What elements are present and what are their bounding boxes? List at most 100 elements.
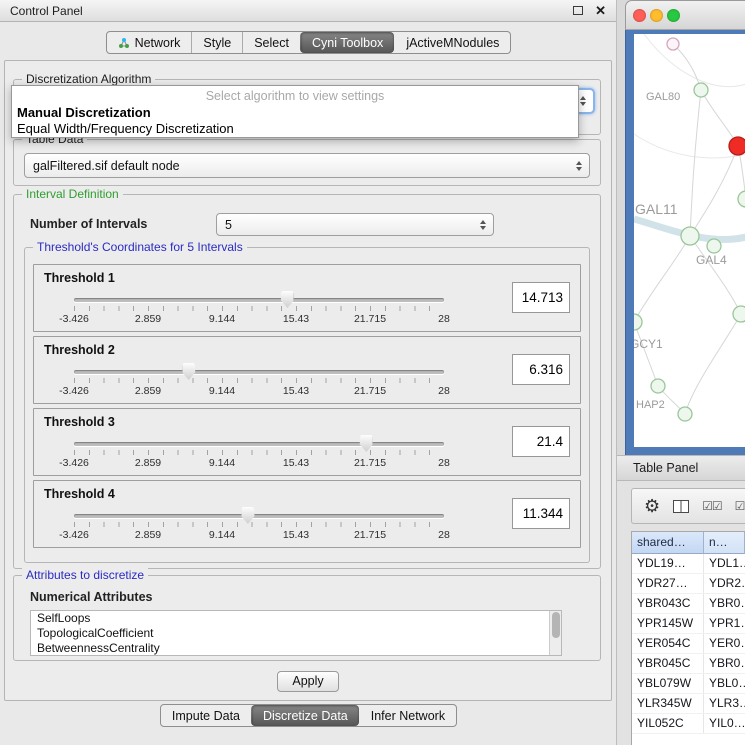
list-scrollbar[interactable] <box>549 611 561 655</box>
table-data-combobox[interactable]: galFiltered.sif default node <box>24 153 590 178</box>
table-row[interactable]: YDR27…YDR2… <box>632 574 745 594</box>
column-header-shared[interactable]: shared… <box>632 532 704 554</box>
slider-track[interactable] <box>74 370 444 374</box>
network-node[interactable] <box>694 83 708 97</box>
float-window-icon[interactable] <box>573 6 583 15</box>
slider-scale-label: -3.426 <box>59 529 89 541</box>
dropdown-option-manual-discretization[interactable]: Manual Discretization <box>12 105 578 121</box>
tab-cyni-toolbox[interactable]: Cyni Toolbox <box>300 32 394 53</box>
threshold-2-slider[interactable]: -3.4262.8599.14415.4321.71528 <box>74 363 444 399</box>
node-attribute-table: shared… n… YDL19…YDL1…YDR27…YDR2…YBR043C… <box>631 531 745 745</box>
network-node[interactable] <box>634 314 642 330</box>
slider-scale: -3.4262.8599.14415.4321.71528 <box>74 385 444 397</box>
table-row[interactable]: YBR043CYBR0… <box>632 594 745 614</box>
table-cell: YPR1… <box>704 614 745 633</box>
network-node[interactable] <box>729 137 745 155</box>
slider-ticks <box>74 522 444 527</box>
node-table-body: YDL19…YDL1…YDR27…YDR2…YBR043CYBR0…YPR145… <box>632 554 745 734</box>
network-node[interactable] <box>678 407 692 421</box>
slider-scale-label: -3.426 <box>59 457 89 469</box>
slider-track[interactable] <box>74 514 444 518</box>
threshold-1-value-field[interactable]: 14.713 <box>512 282 570 313</box>
slider-scale-label: 21.715 <box>354 385 386 397</box>
table-row[interactable]: YBL079WYBL0… <box>632 674 745 694</box>
threshold-3-slider[interactable]: -3.4262.8599.14415.4321.71528 <box>74 435 444 471</box>
threshold-1-slider[interactable]: -3.4262.8599.14415.4321.71528 <box>74 291 444 327</box>
network-node-label: GAL11 <box>635 201 678 217</box>
table-cell: YDR2… <box>704 574 745 593</box>
table-row[interactable]: YBR045CYBR0… <box>632 654 745 674</box>
network-node[interactable] <box>681 227 699 245</box>
table-cell: YLR3… <box>704 694 745 713</box>
table-row[interactable]: YER054CYER0… <box>632 634 745 654</box>
network-window-titlebar <box>625 0 745 30</box>
cyni-toolbox-panel: Discretization Algorithm Select algorith… <box>4 60 612 701</box>
threshold-3-value-field[interactable]: 21.4 <box>512 426 570 457</box>
slider-track[interactable] <box>74 442 444 446</box>
slider-scale: -3.4262.8599.14415.4321.71528 <box>74 313 444 325</box>
slider-scale-label: 2.859 <box>135 529 161 541</box>
slider-scale-label: 28 <box>438 385 450 397</box>
interval-definition-group-title: Interval Definition <box>22 187 123 201</box>
attribute-list-item[interactable]: BetweennessCentrality <box>31 641 561 656</box>
threshold-coordinates-group: Threshold's Coordinates for 5 Intervals … <box>24 247 590 563</box>
gear-icon[interactable]: ⚙ <box>644 497 660 515</box>
table-cell: YLR345W <box>632 694 704 713</box>
attribute-list-item[interactable]: TopologicalCoefficient <box>31 626 561 641</box>
slider-track[interactable] <box>74 298 444 302</box>
tab-style[interactable]: Style <box>191 32 242 53</box>
apply-button[interactable]: Apply <box>277 671 339 692</box>
attributes-group-title: Attributes to discretize <box>22 568 148 582</box>
threshold-4-slider[interactable]: -3.4262.8599.14415.4321.71528 <box>74 507 444 543</box>
mac-close-button[interactable] <box>633 9 646 22</box>
tab-jactivemnodules[interactable]: jActiveMNodules <box>394 32 510 53</box>
network-node[interactable] <box>733 306 745 322</box>
numerical-attributes-list-items: SelfLoopsTopologicalCoefficientBetweenne… <box>31 611 561 656</box>
dropdown-option-equal-width-frequency[interactable]: Equal Width/Frequency Discretization <box>12 121 578 137</box>
slider-scale-label: 9.144 <box>209 529 235 541</box>
threshold-1-label: Threshold 1 <box>44 271 115 285</box>
network-node[interactable] <box>651 379 665 393</box>
table-cell: YBR0… <box>704 594 745 613</box>
column-header-name[interactable]: n… <box>704 532 745 554</box>
mac-minimize-button[interactable] <box>650 9 663 22</box>
tab-discretize-data[interactable]: Discretize Data <box>251 705 359 726</box>
network-canvas[interactable]: GAL80GAL11GAL4GCY1HAP2 <box>634 34 745 447</box>
mac-zoom-button[interactable] <box>667 9 680 22</box>
threshold-2-value-field[interactable]: 6.316 <box>512 354 570 385</box>
slider-scale-label: 15.43 <box>283 313 309 325</box>
tab-network[interactable]: Network <box>107 32 192 53</box>
network-graph: GAL80GAL11GAL4GCY1HAP2 <box>634 34 745 447</box>
table-row[interactable]: YDL19…YDL1… <box>632 554 745 574</box>
list-scrollbar-thumb[interactable] <box>552 612 560 638</box>
table-row[interactable]: YPR145WYPR1… <box>632 614 745 634</box>
select-columns-icon[interactable]: ☑☑ <box>702 499 722 513</box>
tab-network-label: Network <box>135 36 181 50</box>
network-node[interactable] <box>738 191 745 207</box>
close-icon[interactable]: ✕ <box>595 4 606 17</box>
number-of-intervals-combobox[interactable]: 5 <box>216 213 494 236</box>
bottom-tabs-segmented: Impute Data Discretize Data Infer Networ… <box>160 704 457 727</box>
control-panel-window: Control Panel ✕ Network Style Select Cyn… <box>0 0 617 745</box>
table-cell: YDR27… <box>632 574 704 593</box>
columns-icon[interactable] <box>673 500 689 513</box>
tab-impute-data[interactable]: Impute Data <box>161 705 251 726</box>
table-data-combobox-value: galFiltered.sif default node <box>33 159 180 173</box>
slider-scale-label: 9.144 <box>209 385 235 397</box>
numerical-attributes-list: SelfLoopsTopologicalCoefficientBetweenne… <box>30 610 562 656</box>
tab-select[interactable]: Select <box>242 32 300 53</box>
threshold-4-value-field[interactable]: 11.344 <box>512 498 570 529</box>
attribute-list-item[interactable]: SelfLoops <box>31 611 561 626</box>
table-cell: YBR0… <box>704 654 745 673</box>
network-node-label: GAL4 <box>696 253 727 267</box>
combobox-arrows-icon <box>580 96 586 106</box>
table-row[interactable]: YLR345WYLR3… <box>632 694 745 714</box>
tab-infer-network[interactable]: Infer Network <box>359 705 456 726</box>
select-all-icon[interactable]: ☑ <box>735 499 745 513</box>
table-cell: YER054C <box>632 634 704 653</box>
table-row[interactable]: YIL052CYIL0… <box>632 714 745 734</box>
table-cell: YIL052C <box>632 714 704 733</box>
table-panel: ⚙ ☑☑ ☑ shared… n… YDL19…YDL1…YDR27…YDR2…… <box>617 481 745 745</box>
network-node[interactable] <box>707 239 721 253</box>
network-node[interactable] <box>667 38 679 50</box>
